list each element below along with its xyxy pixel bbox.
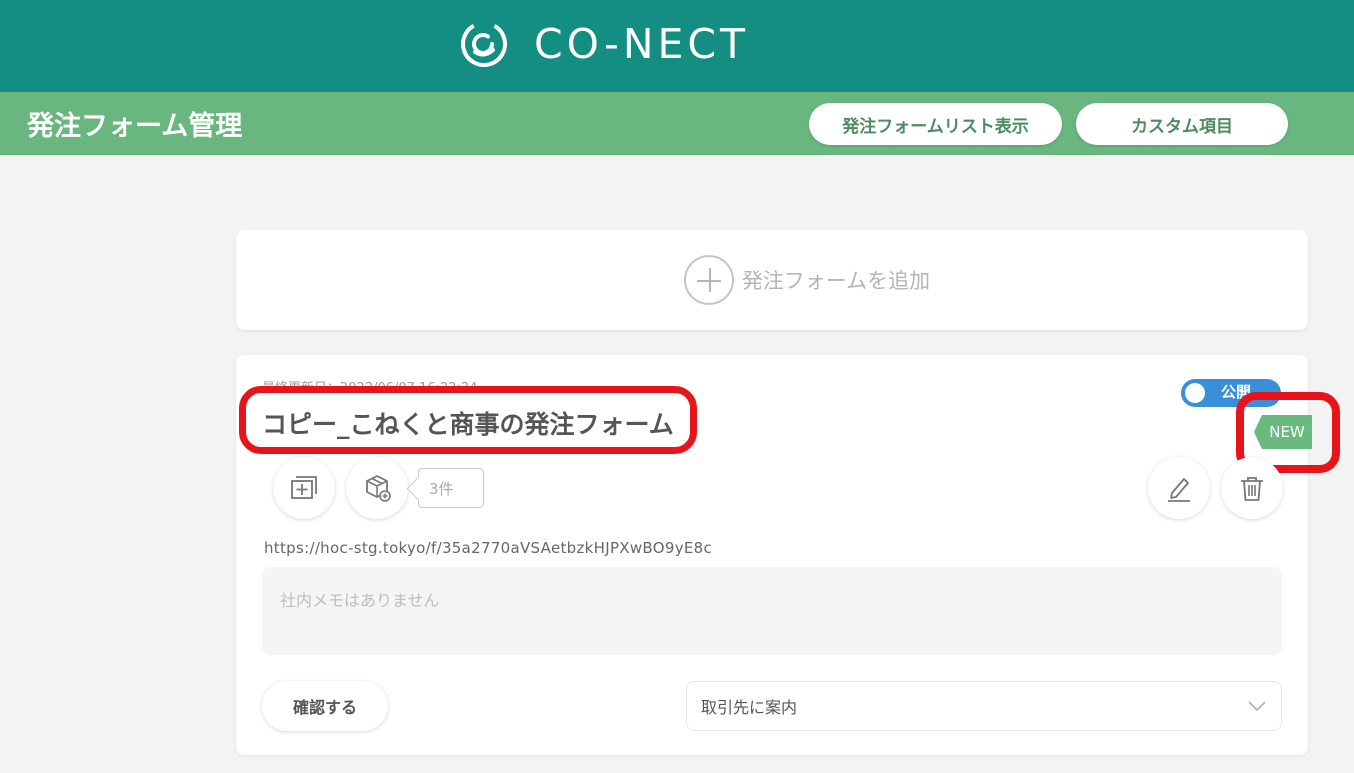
page-title: 発注フォーム管理: [27, 111, 243, 142]
add-form-button[interactable]: 発注フォームを追加: [683, 255, 931, 305]
add-form-card[interactable]: 発注フォームを追加: [236, 230, 1308, 330]
sub-header: 発注フォーム管理 発注フォームリスト表示 カスタム項目: [0, 92, 1354, 155]
product-count: 3件: [429, 479, 454, 498]
order-form-card: 最終更新日：2022/06/07 16:22:24 コピー_こねくと商事の発注フ…: [236, 355, 1340, 755]
publish-toggle[interactable]: 公開: [1181, 379, 1281, 407]
top-header: CO-NECT: [0, 0, 1354, 92]
product-settings-button[interactable]: [346, 457, 408, 519]
edit-button[interactable]: [1148, 457, 1210, 519]
confirm-button[interactable]: 確認する: [262, 681, 388, 731]
edit-pen-icon: [1168, 478, 1190, 502]
add-window-icon: [291, 476, 317, 499]
logo[interactable]: CO-NECT: [458, 19, 749, 69]
product-box-icon: [366, 475, 391, 502]
toggle-label: 公開: [1221, 383, 1252, 401]
custom-fields-button[interactable]: カスタム項目: [1076, 103, 1288, 145]
guide-select-value: 取引先に案内: [701, 698, 798, 717]
add-form-label: 発注フォームを追加: [741, 269, 931, 293]
plus-circle-icon: [683, 255, 734, 305]
chevron-down-icon: [1248, 701, 1266, 712]
logo-text: CO-NECT: [534, 20, 750, 68]
internal-memo[interactable]: 社内メモはありません: [262, 567, 1282, 655]
conect-logo-icon: [461, 21, 507, 67]
toggle-knob: [1185, 383, 1205, 403]
form-name: コピー_こねくと商事の発注フォーム: [262, 410, 674, 439]
guide-customer-select[interactable]: 取引先に案内: [686, 681, 1282, 731]
memo-placeholder: 社内メモはありません: [280, 591, 440, 610]
add-window-button[interactable]: [273, 457, 335, 519]
form-list-button[interactable]: 発注フォームリスト表示: [809, 103, 1062, 145]
new-badge-label: NEW: [1269, 423, 1305, 441]
new-badge: NEW: [1254, 415, 1312, 449]
delete-button[interactable]: [1221, 457, 1283, 519]
last-updated: 最終更新日：2022/06/07 16:22:24: [262, 377, 477, 387]
trash-icon: [1241, 477, 1263, 501]
form-url[interactable]: https://hoc-stg.tokyo/f/35a2770aVSAetbzk…: [264, 539, 712, 557]
product-count-bubble: 3件: [418, 468, 484, 508]
